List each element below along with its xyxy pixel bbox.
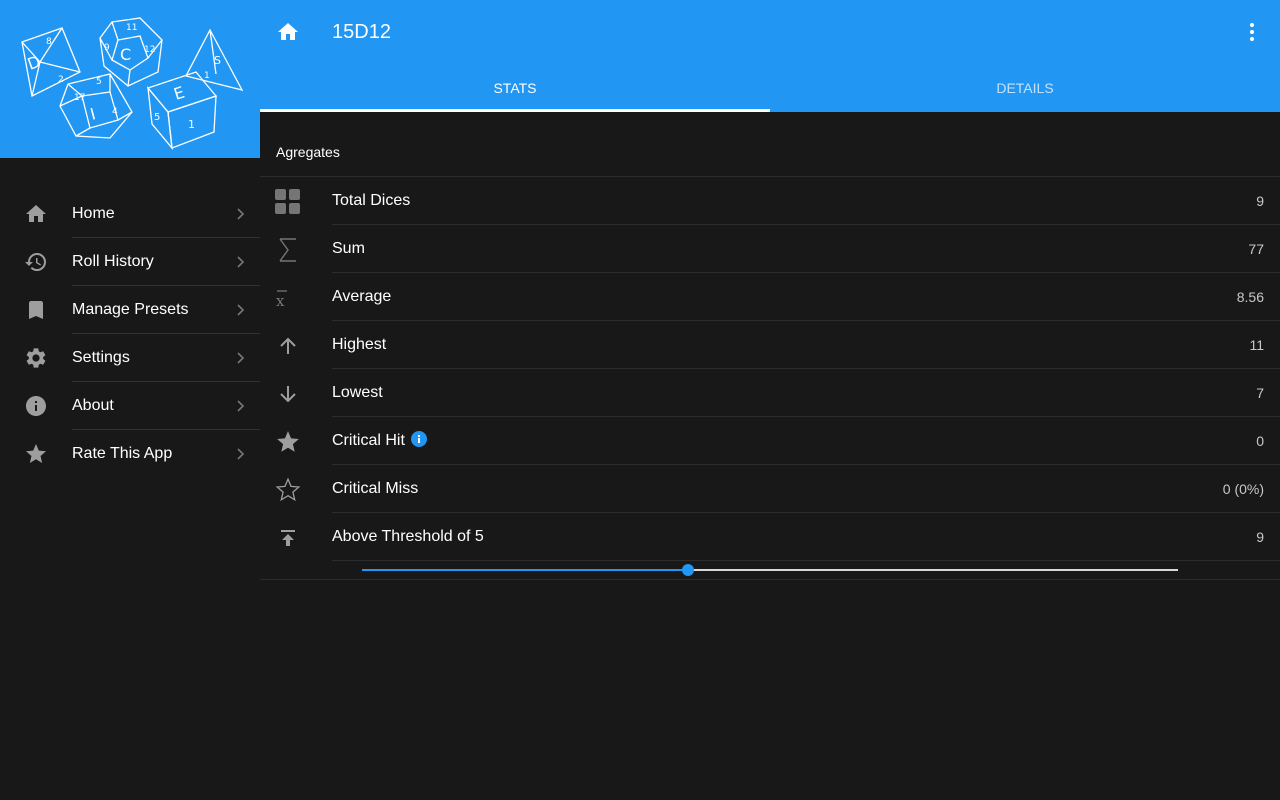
stat-row-total-dices: Total Dices 9: [260, 177, 1280, 225]
svg-text:x: x: [276, 292, 285, 310]
stat-row-lowest: Lowest 7: [260, 369, 1280, 417]
app-bar: 15D12 STATS DETAILS: [260, 0, 1280, 112]
stat-value: 7: [1256, 385, 1264, 401]
slider-thumb[interactable]: [682, 564, 695, 576]
nav-item-roll-history[interactable]: Roll History: [0, 238, 260, 286]
chevron-right-icon: [237, 352, 245, 364]
svg-text:1: 1: [204, 71, 210, 81]
nav-item-label: Rate This App: [72, 445, 173, 462]
dice-logo: D 8 2 C 12 11 9 S 1 I 4 17 5 E 1 5: [0, 0, 260, 158]
stat-label: Critical Hit: [332, 432, 405, 449]
nav-item-settings[interactable]: Settings: [0, 334, 260, 382]
nav-item-label: Roll History: [72, 253, 154, 270]
home-icon: [26, 205, 46, 222]
bookmark-icon: [29, 301, 43, 319]
section-header: Agregates: [276, 144, 340, 160]
stats-panel: Agregates Total Dices 9 Sum 77 x Average…: [260, 112, 1280, 800]
navigation-drawer: D 8 2 C 12 11 9 S 1 I 4 17 5 E 1 5 Home …: [0, 0, 260, 800]
stat-row-sum: Sum 77: [260, 225, 1280, 273]
page-title: 15D12: [332, 21, 391, 43]
chevron-right-icon: [237, 208, 245, 220]
stat-label: Lowest: [332, 384, 383, 401]
chevron-right-icon: [237, 256, 245, 268]
arrow-down-icon: [274, 380, 302, 408]
stat-label: Critical Miss: [332, 480, 419, 497]
star-icon: [26, 444, 46, 463]
stat-label: Sum: [332, 240, 365, 257]
slider-fill: [362, 569, 689, 571]
home-icon[interactable]: [276, 20, 300, 44]
svg-text:17: 17: [74, 93, 85, 103]
chevron-right-icon: [237, 400, 245, 412]
stat-label: Average: [332, 288, 392, 305]
stat-row-highest: Highest 11: [260, 321, 1280, 369]
stat-value: 0: [1256, 433, 1264, 449]
svg-text:5: 5: [96, 77, 102, 87]
svg-text:4: 4: [112, 107, 118, 117]
stat-value: 9: [1256, 529, 1264, 545]
star-filled-icon: [274, 428, 302, 456]
threshold-slider[interactable]: [260, 560, 1280, 580]
svg-text:9: 9: [104, 43, 110, 53]
stat-label: Highest: [332, 336, 387, 353]
stat-label: Above Threshold of 5: [332, 528, 484, 545]
dice-logo-image: D 8 2 C 12 11 9 S 1 I 4 17 5 E 1 5: [21, 17, 244, 151]
nav-item-manage-presets[interactable]: Manage Presets: [0, 286, 260, 334]
svg-text:1: 1: [188, 118, 195, 131]
chevron-right-icon: [237, 304, 245, 316]
more-vert-icon[interactable]: [1240, 20, 1264, 44]
stat-row-above-threshold: Above Threshold of 5 9: [260, 513, 1280, 561]
nav-item-label: Manage Presets: [72, 301, 189, 318]
svg-text:C: C: [120, 45, 131, 64]
stat-value: 77: [1248, 241, 1264, 257]
svg-text:2: 2: [58, 75, 64, 85]
svg-text:E: E: [171, 83, 186, 104]
nav-item-label: Settings: [72, 349, 130, 366]
arrow-up-icon: [274, 332, 302, 360]
history-icon: [25, 253, 46, 271]
info-icon[interactable]: [410, 431, 427, 448]
stat-row-critical-hit: Critical Hit 0: [260, 417, 1280, 465]
stat-label-wrap: Critical Hit: [332, 417, 427, 465]
tab-stats[interactable]: STATS: [260, 64, 770, 112]
grid-icon: [274, 188, 302, 216]
svg-text:5: 5: [154, 112, 160, 123]
x-bar-icon: x: [274, 284, 302, 312]
divider: [260, 579, 1280, 580]
stat-row-critical-miss: Critical Miss 0 (0%): [260, 465, 1280, 513]
nav-item-about[interactable]: About: [0, 382, 260, 430]
svg-text:12: 12: [144, 45, 155, 55]
tab-details[interactable]: DETAILS: [770, 64, 1280, 112]
sigma-icon: [274, 236, 302, 264]
nav-item-label: Home: [72, 205, 115, 222]
nav-item-rate-this-app[interactable]: Rate This App: [0, 430, 260, 478]
stat-value: 8.56: [1236, 289, 1264, 305]
nav-item-label: About: [72, 397, 114, 414]
svg-text:I: I: [88, 104, 97, 124]
svg-text:S: S: [214, 54, 221, 67]
chevron-right-icon: [237, 448, 245, 460]
stat-label: Total Dices: [332, 192, 411, 209]
star-outline-icon: [274, 476, 302, 504]
gear-icon: [26, 348, 46, 368]
svg-text:11: 11: [126, 23, 137, 33]
stat-row-average: x Average 8.56: [260, 273, 1280, 321]
stat-value: 9: [1256, 193, 1264, 209]
nav-list: Home Roll History Manage Presets Setting…: [0, 190, 260, 478]
stat-value: 11: [1249, 337, 1264, 353]
nav-item-home[interactable]: Home: [0, 190, 260, 238]
svg-text:8: 8: [46, 37, 52, 47]
threshold-icon: [274, 524, 302, 552]
info-icon: [26, 396, 46, 416]
stat-value: 0 (0%): [1222, 481, 1264, 497]
